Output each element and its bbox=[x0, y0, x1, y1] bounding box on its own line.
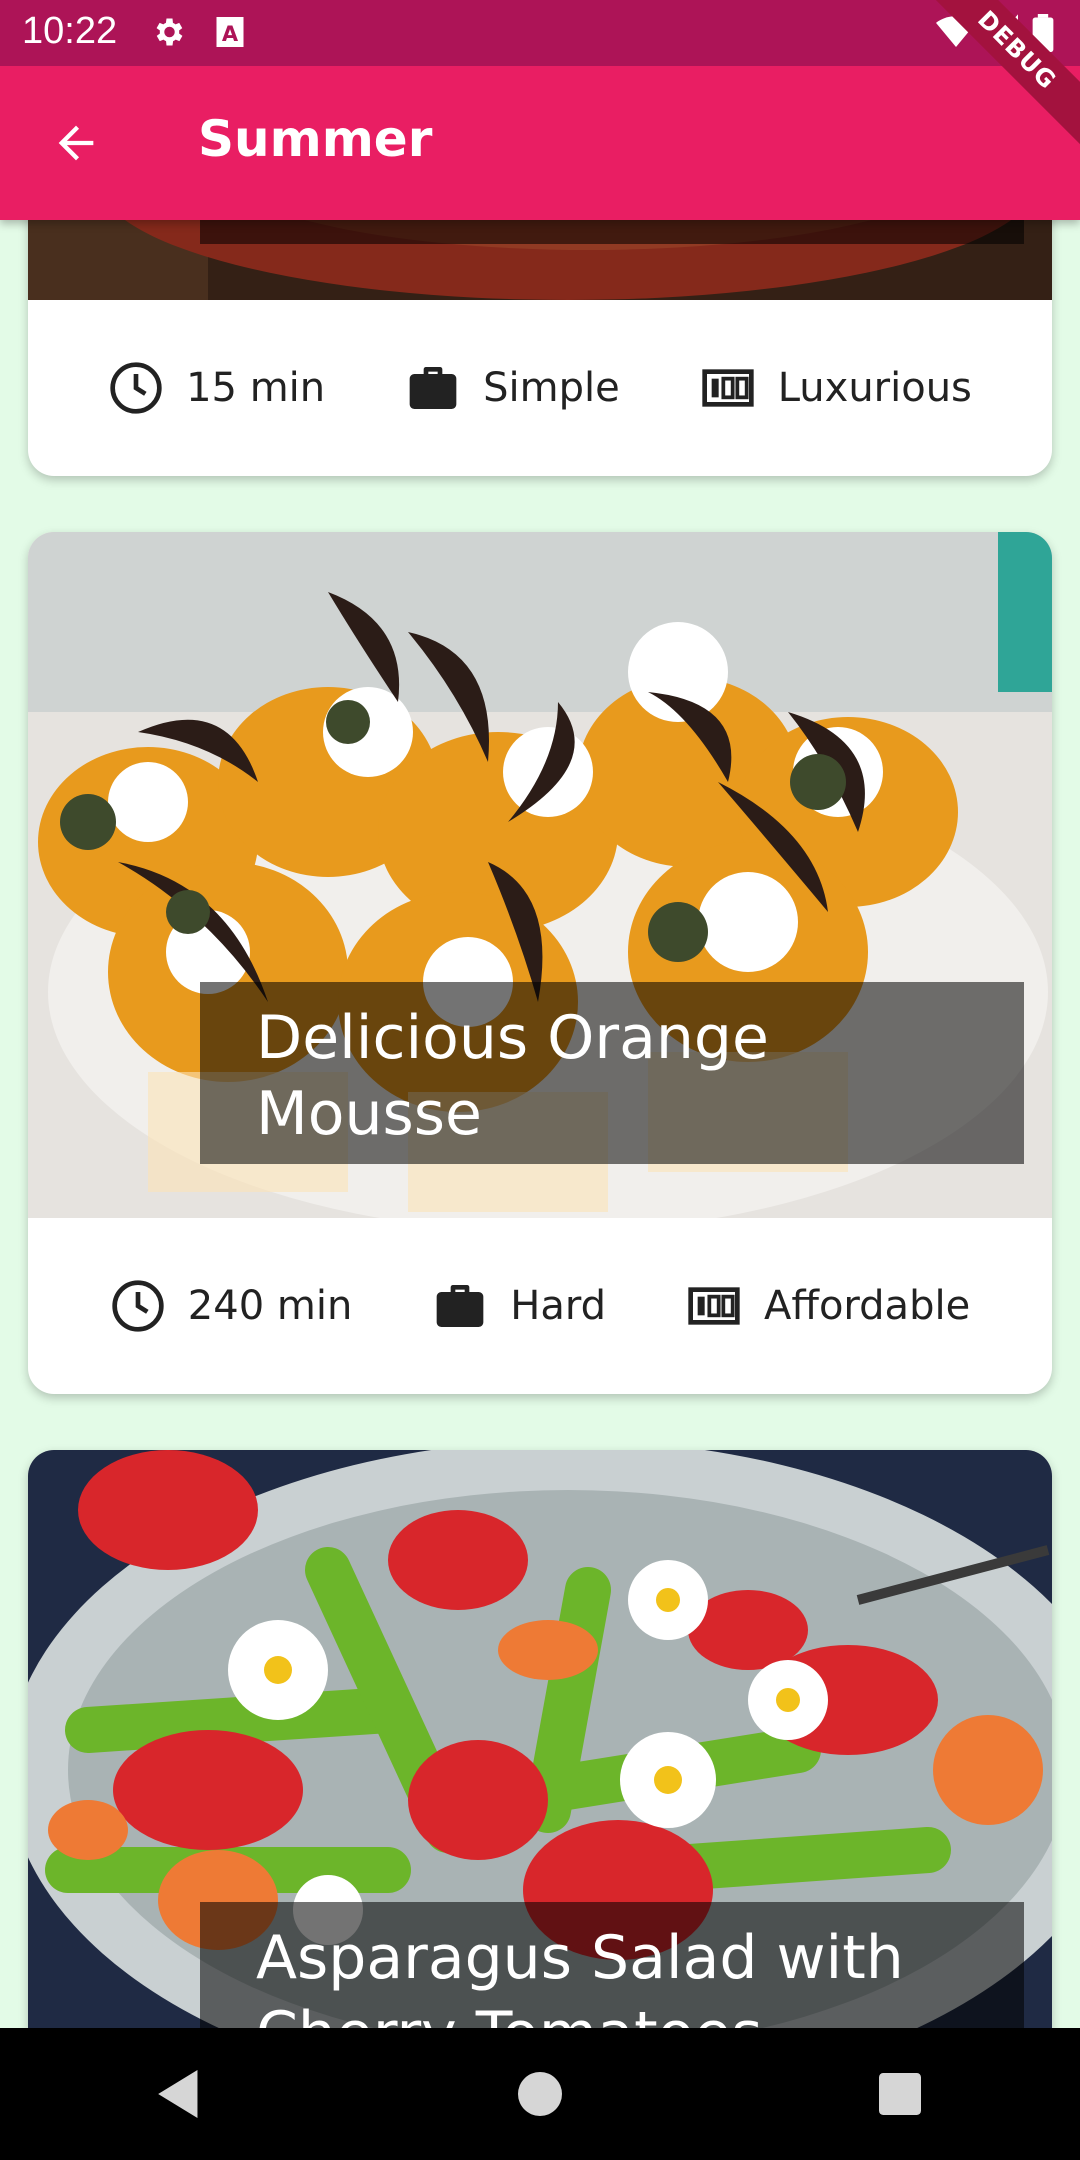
meal-list: 15 min Simple Luxurious Delicious Orange… bbox=[0, 0, 1080, 2160]
meal-meta-row: 240 min Hard Affordable bbox=[28, 1218, 1052, 1394]
meal-meta-row: 15 min Simple Luxurious bbox=[28, 300, 1052, 476]
meal-title: Delicious Orange Mousse bbox=[200, 982, 1024, 1164]
app-bar: Summer bbox=[0, 66, 1080, 220]
page-title: Summer bbox=[198, 110, 433, 168]
meal-complexity: Simple bbox=[405, 360, 620, 416]
meal-duration: 240 min bbox=[110, 1278, 352, 1334]
gear-icon bbox=[150, 14, 186, 54]
back-triangle-icon bbox=[158, 2070, 198, 2118]
status-time: 10:22 bbox=[22, 10, 118, 52]
nav-recents-button[interactable] bbox=[850, 2044, 950, 2144]
nav-home-button[interactable] bbox=[490, 2044, 590, 2144]
clock-icon bbox=[110, 362, 162, 414]
meal-card[interactable]: Delicious Orange Mousse 240 min Hard Aff… bbox=[28, 532, 1052, 1394]
meal-affordability: Luxurious bbox=[700, 360, 972, 416]
briefcase-icon bbox=[409, 367, 457, 409]
briefcase-icon bbox=[436, 1285, 484, 1327]
home-circle-icon bbox=[518, 2072, 562, 2116]
meal-affordability: Affordable bbox=[686, 1278, 970, 1334]
meal-duration: 15 min bbox=[108, 360, 325, 416]
meal-complexity: Hard bbox=[432, 1278, 606, 1334]
clock-icon bbox=[112, 1280, 164, 1332]
money-icon bbox=[688, 1287, 740, 1325]
back-button[interactable] bbox=[44, 111, 108, 175]
recents-square-icon bbox=[879, 2073, 921, 2115]
arrow-back-icon bbox=[58, 125, 94, 161]
svg-text:A: A bbox=[222, 22, 239, 46]
a-icon: A bbox=[214, 14, 246, 54]
status-bar: 10:22 A bbox=[0, 0, 1080, 66]
money-icon bbox=[702, 369, 754, 407]
system-nav-bar bbox=[0, 2028, 1080, 2160]
nav-back-button[interactable] bbox=[130, 2044, 230, 2144]
